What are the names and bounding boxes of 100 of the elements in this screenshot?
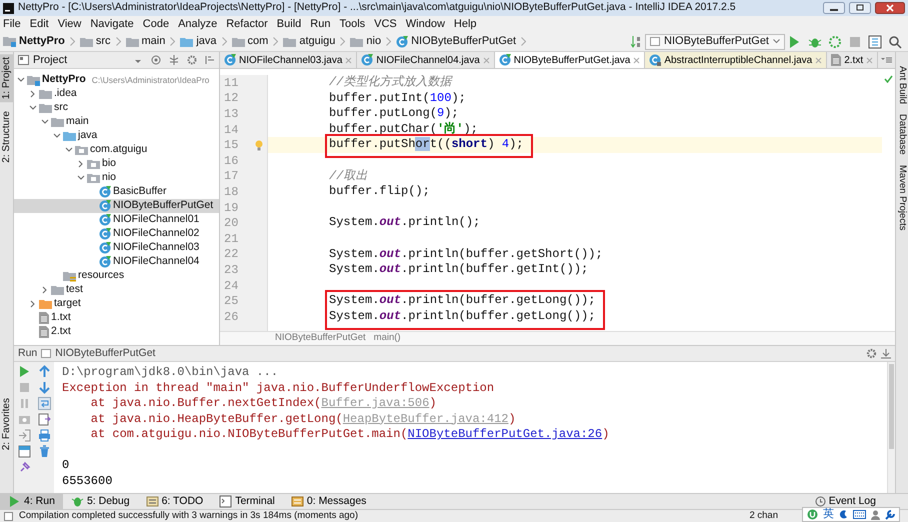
tool-window-tab[interactable]: Database [894,114,908,155]
tree-item[interactable]: .idea [14,87,219,101]
tree-item[interactable]: nio [14,171,219,185]
chevron-down-icon[interactable] [17,76,25,84]
run-icon[interactable] [18,365,30,378]
tree-item[interactable]: BasicBuffer [14,185,219,199]
tool-window-tab[interactable]: 1: Project [0,54,14,102]
gear-icon[interactable] [866,348,877,359]
chevron-down-icon[interactable] [53,132,61,140]
tree-item[interactable]: NIOFileChannel01 [14,213,219,227]
wrench-icon[interactable] [885,510,895,520]
breadcrumb-item[interactable]: com [248,33,268,50]
lightbulb-icon[interactable] [255,140,263,151]
breadcrumb-item[interactable]: nio [366,33,382,50]
layout-icon[interactable] [18,445,30,458]
breadcrumb-item[interactable]: NIOByteBufferPutGet [411,33,516,50]
tool-window-tab[interactable]: 2: Favorites [0,394,14,453]
collapse-icon[interactable] [169,55,179,65]
tree-item[interactable]: 2.txt [14,325,219,339]
menu-item[interactable]: Edit [30,16,49,32]
menu-item[interactable]: File [3,16,21,32]
tree-item[interactable]: target [14,297,219,311]
tree-item[interactable]: java [14,129,219,143]
breadcrumb-item[interactable]: src [96,33,111,50]
restore-button-icon[interactable] [849,2,871,14]
tree-item[interactable]: NIOFileChannel04 [14,255,219,269]
chevron-right-icon[interactable] [29,90,37,98]
gear-icon[interactable] [187,55,197,65]
class-icon [99,242,111,254]
target-icon[interactable] [151,55,161,65]
editor-tab[interactable]: NIOByteBufferPutGet.java [494,52,646,68]
soft-wrap-icon[interactable] [38,397,50,410]
menu-item[interactable]: View [58,16,82,32]
menu-item[interactable]: VCS [374,16,397,32]
stack-trace-link[interactable]: NIOByteBufferPutGet.java:26 [408,427,602,441]
breadcrumb-item[interactable]: NettyPro [19,33,65,50]
tree-item[interactable]: bio [14,157,219,171]
menu-item[interactable]: Navigate [90,16,134,32]
tree-item[interactable]: com.atguigu [14,143,219,157]
project-structure-icon[interactable] [868,34,882,48]
exit-icon[interactable] [18,429,30,442]
changes-indicator[interactable]: 2 chan [749,508,778,522]
tool-window-tab[interactable]: 5: Debug [62,494,138,510]
tool-window-tab[interactable]: Ant Build [894,66,908,104]
camera-icon[interactable] [18,413,30,426]
arrow-down-icon[interactable] [38,381,50,394]
tree-item[interactable]: main [14,115,219,129]
moon-icon[interactable] [839,510,848,519]
tab-list-icon[interactable] [881,55,893,65]
menu-item[interactable]: Help [454,16,477,32]
arrow-up-icon[interactable] [38,365,50,378]
tree-item[interactable]: test [14,283,219,297]
menu-item[interactable]: Analyze [178,16,218,32]
keyboard-icon[interactable] [853,510,866,519]
chevron-down-icon[interactable] [65,146,73,154]
tree-item[interactable]: NettyPro C:\Users\Administrator\IdeaPro [14,73,219,87]
tree-item[interactable]: NIOFileChannel03 [14,241,219,255]
user-icon[interactable] [871,510,880,520]
trash-icon[interactable] [38,445,50,458]
chevron-right-icon[interactable] [41,286,49,294]
tool-window-tab[interactable]: Maven Projects [894,164,908,230]
minimize-button-icon[interactable] [823,2,845,14]
tool-window-tab[interactable]: 2: Structure [0,108,14,166]
chevron-down-icon[interactable] [29,104,37,112]
run-config-dropdown[interactable]: NIOByteBufferPutGet [645,34,785,50]
close-icon[interactable] [875,2,905,14]
tree-item[interactable]: NIOFileChannel02 [14,227,219,241]
search-icon[interactable] [888,34,902,48]
breadcrumb-item[interactable]: NIOByteBufferPutGet [275,331,366,346]
menu-item[interactable]: Refactor [226,16,268,32]
print-icon[interactable] [38,429,50,442]
tree-item[interactable]: src [14,101,219,115]
editor-tab[interactable]: AbstractInterruptibleChannel.java [645,52,828,68]
tree-item[interactable]: NIOByteBufferPutGet [14,199,219,213]
menu-item[interactable]: Tools [339,16,366,32]
chevron-down-icon[interactable] [77,174,85,182]
tool-window-tab[interactable]: Terminal [211,494,283,510]
pin-icon[interactable] [18,461,30,474]
scrollbar-thumb-icon[interactable] [889,364,894,449]
chevron-down-icon[interactable] [41,118,49,126]
tree-item[interactable]: resources [14,269,219,283]
run-tab[interactable]: NIOByteBufferPutGet [55,346,862,362]
breadcrumb-item[interactable]: atguigu [299,33,336,50]
coverage-icon[interactable] [828,34,842,48]
menu-item[interactable]: Build [276,16,302,32]
breadcrumb-item[interactable]: main() [374,331,401,346]
tree-item[interactable]: 1.txt [14,311,219,325]
chevron-right-icon[interactable] [29,300,37,308]
tool-window-tab[interactable]: 6: TODO [138,494,212,510]
hide-icon[interactable] [881,348,891,358]
scroll-to-end-icon[interactable] [38,413,50,426]
menu-item[interactable]: Code [142,16,170,32]
tool-window-tab[interactable]: 0: Messages [282,494,374,510]
breadcrumb-item[interactable]: main [142,33,166,50]
breadcrumb-item[interactable]: java [196,33,217,50]
chevron-right-icon[interactable] [77,160,85,168]
tool-window-tab[interactable]: 4: Run [0,494,63,510]
menu-item[interactable]: Window [406,16,445,32]
hide-icon[interactable] [205,55,215,65]
menu-item[interactable]: Run [310,16,330,32]
